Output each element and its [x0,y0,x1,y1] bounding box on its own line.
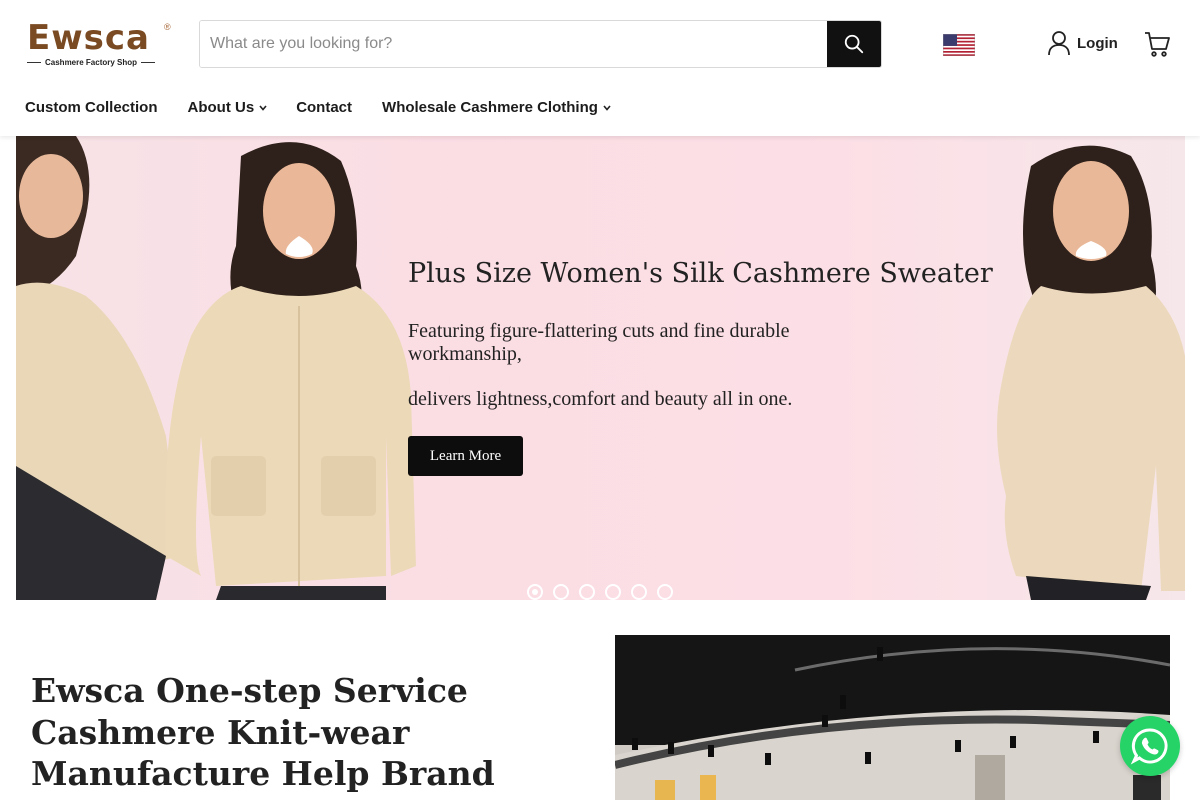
nav-contact[interactable]: Contact [296,99,352,116]
nav-label: Custom Collection [25,98,158,116]
nav-custom-collection[interactable]: Custom Collection [25,99,158,116]
cart-icon[interactable] [1143,30,1171,58]
chevron-down-icon [603,105,611,111]
search-icon [844,34,864,54]
us-flag-icon[interactable] [943,34,975,56]
slide-dot-3[interactable] [579,584,595,600]
whatsapp-icon [1130,728,1168,765]
tagline-rule-right [141,62,156,63]
hero-slideshow: Plus Size Women's Silk Cashmere Sweater … [16,136,1185,600]
slide-dot-1[interactable] [527,584,543,600]
main-nav: Custom Collection About Us Contact Whole… [25,96,611,118]
chevron-down-icon [259,105,267,111]
slide-dot-4[interactable] [605,584,621,600]
learn-more-button[interactable]: Learn More [408,436,523,476]
login-link[interactable]: Login [1047,30,1118,56]
hero-model-image-left [16,136,416,600]
slide-dot-2[interactable] [553,584,569,600]
hero-subtitle-line2: delivers lightness,comfort and beauty al… [408,388,793,410]
nav-about-us[interactable]: About Us [188,99,268,116]
user-icon [1048,31,1070,56]
site-header: Ewsca ® Cashmere Factory Shop What are y… [0,0,1200,136]
nav-wholesale[interactable]: Wholesale Cashmere Clothing [382,99,611,116]
hero-model-image-right [997,145,1185,600]
search-bar [199,20,882,68]
showroom-image [615,635,1170,800]
about-heading: Ewsca One-step Service Cashmere Knit-wea… [31,671,495,800]
slide-indicators [527,584,673,600]
tagline-rule-left [27,62,41,63]
login-label: Login [1077,34,1118,52]
nav-label: About Us [187,98,255,116]
search-input[interactable] [200,21,827,67]
search-button[interactable] [827,21,881,67]
brand-tagline-row: Cashmere Factory Shop [27,58,177,67]
hero-subtitle-line1: Featuring figure-flattering cuts and fin… [408,320,790,365]
whatsapp-chat-button[interactable] [1120,716,1180,776]
slide-dot-5[interactable] [631,584,647,600]
brand-tagline: Cashmere Factory Shop [45,58,138,67]
brand-name: Ewsca [27,18,150,58]
brand-logo[interactable]: Ewsca ® Cashmere Factory Shop [27,20,177,70]
slide-dot-6[interactable] [657,584,673,600]
registered-mark: ® [164,22,171,32]
nav-label: Wholesale Cashmere Clothing [382,98,598,116]
hero-title: Plus Size Women's Silk Cashmere Sweater [408,258,993,289]
nav-label: Contact [296,98,353,116]
